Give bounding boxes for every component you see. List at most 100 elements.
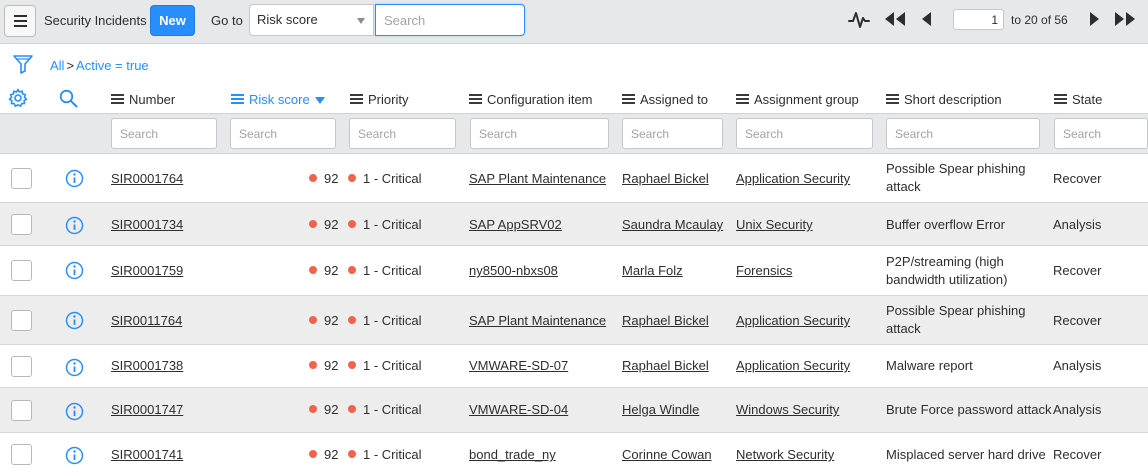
- assignment-group-link[interactable]: Windows Security: [736, 402, 839, 417]
- column-menu-icon[interactable]: [231, 94, 244, 104]
- number-search-input[interactable]: [111, 118, 217, 149]
- row-select-checkbox[interactable]: [11, 260, 32, 281]
- page-number-input[interactable]: [953, 9, 1004, 30]
- assignment-group-link[interactable]: Unix Security: [736, 217, 813, 232]
- incident-number-link[interactable]: SIR0001759: [111, 263, 183, 278]
- search-icon[interactable]: [59, 89, 78, 108]
- short-description-cell: Possible Spear phishing attack: [886, 303, 1026, 336]
- priority-cell: 1 - Critical: [348, 402, 422, 417]
- short-description-search-input[interactable]: [886, 118, 1040, 149]
- configuration-item-link[interactable]: SAP AppSRV02: [469, 217, 562, 232]
- first-page-icon[interactable]: [883, 11, 907, 27]
- assignment-group-link[interactable]: Application Security: [736, 171, 850, 186]
- column-menu-icon[interactable]: [111, 94, 124, 104]
- column-menu-icon[interactable]: [350, 94, 363, 104]
- critical-dot-icon: [348, 316, 356, 324]
- column-header-priority[interactable]: Priority: [350, 90, 408, 108]
- incident-number-link[interactable]: SIR0001741: [111, 447, 183, 462]
- assigned-to-link[interactable]: Helga Windle: [622, 402, 699, 417]
- hamburger-icon: [13, 15, 27, 17]
- row-select-checkbox[interactable]: [11, 214, 32, 235]
- table-row[interactable]: SIR0001734 92 1 - Critical SAP AppSRV02 …: [0, 203, 1148, 246]
- goto-field-value: Risk score: [257, 12, 318, 27]
- info-circle-icon[interactable]: [65, 169, 84, 188]
- column-header-number[interactable]: Number: [111, 90, 175, 108]
- column-header-configuration-item[interactable]: Configuration item: [469, 90, 593, 108]
- table-row[interactable]: SIR0001738 92 1 - Critical VMWARE-SD-07 …: [0, 345, 1148, 388]
- breadcrumb-condition[interactable]: Active = true: [76, 58, 149, 73]
- row-select-checkbox[interactable]: [11, 356, 32, 377]
- incident-number-link[interactable]: SIR0011764: [111, 313, 182, 328]
- column-header-short-description[interactable]: Short description: [886, 90, 1002, 108]
- configuration-item-search-input[interactable]: [470, 118, 609, 149]
- assigned-to-link[interactable]: Raphael Bickel: [622, 313, 709, 328]
- column-header-assigned-to[interactable]: Assigned to: [622, 90, 708, 108]
- assignment-group-link[interactable]: Forensics: [736, 263, 792, 278]
- incident-number-link[interactable]: SIR0001734: [111, 217, 183, 232]
- column-menu-icon[interactable]: [622, 94, 635, 104]
- incident-number-link[interactable]: SIR0001738: [111, 358, 183, 373]
- table-row[interactable]: SIR0001741 92 1 - Critical bond_trade_ny…: [0, 433, 1148, 476]
- assigned-to-link[interactable]: Corinne Cowan: [622, 447, 712, 462]
- configuration-item-link[interactable]: bond_trade_ny: [469, 447, 556, 462]
- breadcrumb-all[interactable]: All: [50, 58, 64, 73]
- column-header-state[interactable]: State: [1054, 90, 1102, 108]
- risk-score-search-input[interactable]: [230, 118, 336, 149]
- table-row[interactable]: SIR0011764 92 1 - Critical SAP Plant Mai…: [0, 296, 1148, 345]
- next-page-icon[interactable]: [1088, 11, 1102, 27]
- gear-icon[interactable]: [8, 88, 28, 108]
- configuration-item-link[interactable]: VMWARE-SD-04: [469, 402, 568, 417]
- priority-search-input[interactable]: [349, 118, 456, 149]
- info-circle-icon[interactable]: [65, 216, 84, 235]
- priority-cell: 1 - Critical: [348, 171, 422, 186]
- info-circle-icon[interactable]: [65, 261, 84, 280]
- info-circle-icon[interactable]: [65, 358, 84, 377]
- menu-button[interactable]: [4, 5, 36, 37]
- configuration-item-link[interactable]: SAP Plant Maintenance: [469, 171, 606, 186]
- column-menu-icon[interactable]: [469, 94, 482, 104]
- state-search-input[interactable]: [1054, 118, 1148, 149]
- row-select-checkbox[interactable]: [11, 168, 32, 189]
- filter-funnel-icon[interactable]: [12, 53, 34, 75]
- assigned-to-link[interactable]: Raphael Bickel: [622, 171, 709, 186]
- state-cell: Recover: [1053, 447, 1102, 462]
- critical-dot-icon: [348, 361, 356, 369]
- incident-number-link[interactable]: SIR0001764: [111, 171, 183, 186]
- goto-search-input[interactable]: [375, 4, 525, 36]
- assigned-to-link[interactable]: Raphael Bickel: [622, 358, 709, 373]
- table-row[interactable]: SIR0001759 92 1 - Critical ny8500-nbxs08…: [0, 246, 1148, 296]
- last-page-icon[interactable]: [1113, 11, 1139, 27]
- previous-page-icon[interactable]: [919, 11, 933, 27]
- column-header-risk-score[interactable]: Risk score: [231, 90, 325, 108]
- info-circle-icon[interactable]: [65, 311, 84, 330]
- goto-label: Go to: [211, 13, 243, 28]
- info-circle-icon[interactable]: [65, 446, 84, 465]
- assigned-to-link[interactable]: Saundra Mcaulay: [622, 217, 723, 232]
- column-menu-icon[interactable]: [736, 94, 749, 104]
- assignment-group-link[interactable]: Application Security: [736, 358, 850, 373]
- assignment-group-link[interactable]: Application Security: [736, 313, 850, 328]
- new-button[interactable]: New: [150, 5, 195, 36]
- assignment-group-search-input[interactable]: [736, 118, 873, 149]
- goto-field-select[interactable]: Risk score: [249, 4, 374, 36]
- column-menu-icon[interactable]: [1054, 94, 1067, 104]
- priority-cell: 1 - Critical: [348, 263, 422, 278]
- state-cell: Recover: [1053, 171, 1102, 186]
- column-header-assignment-group[interactable]: Assignment group: [736, 90, 859, 108]
- info-circle-icon[interactable]: [65, 402, 84, 421]
- row-select-checkbox[interactable]: [11, 444, 32, 465]
- table-row[interactable]: SIR0001764 92 1 - Critical SAP Plant Mai…: [0, 154, 1148, 203]
- column-menu-icon[interactable]: [886, 94, 899, 104]
- row-select-checkbox[interactable]: [11, 400, 32, 421]
- assigned-to-search-input[interactable]: [622, 118, 723, 149]
- configuration-item-link[interactable]: VMWARE-SD-07: [469, 358, 568, 373]
- table-row[interactable]: SIR0001747 92 1 - Critical VMWARE-SD-04 …: [0, 388, 1148, 433]
- row-select-checkbox[interactable]: [11, 310, 32, 331]
- configuration-item-link[interactable]: ny8500-nbxs08: [469, 263, 558, 278]
- assigned-to-link[interactable]: Marla Folz: [622, 263, 683, 278]
- assignment-group-link[interactable]: Network Security: [736, 447, 834, 462]
- activity-stream-icon[interactable]: [848, 10, 870, 30]
- configuration-item-link[interactable]: SAP Plant Maintenance: [469, 313, 606, 328]
- incident-number-link[interactable]: SIR0001747: [111, 402, 183, 417]
- short-description-cell: Misplaced server hard drive: [886, 447, 1046, 462]
